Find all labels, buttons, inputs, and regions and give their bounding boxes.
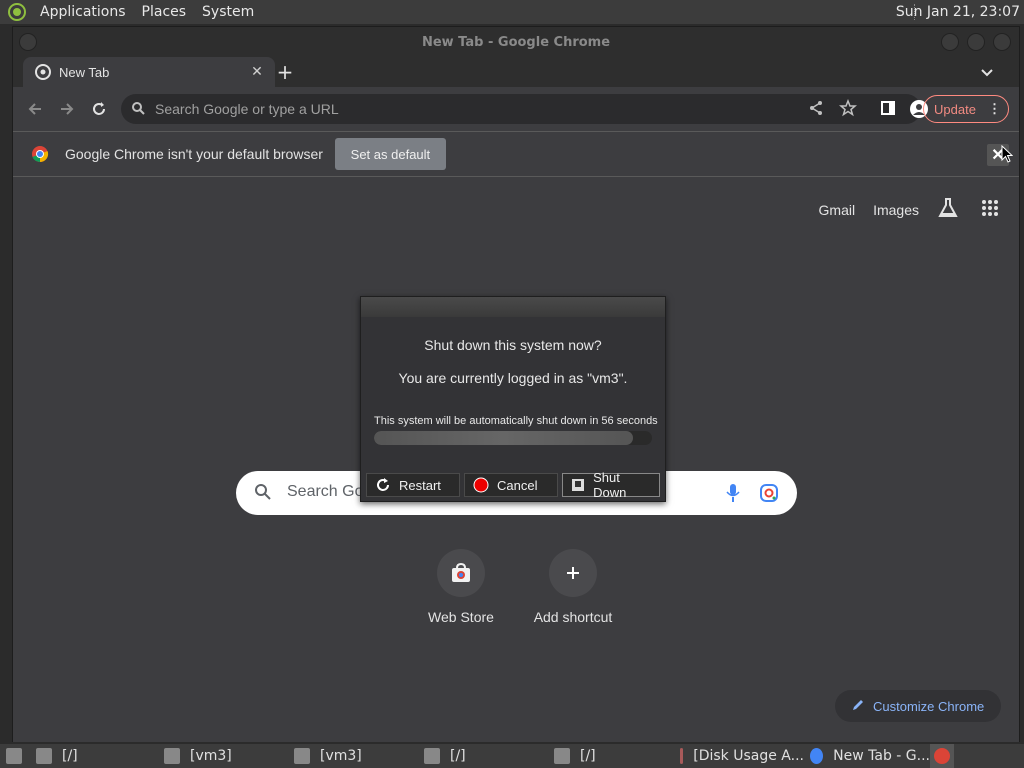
ntp-search-placeholder: Search Go: [287, 483, 364, 500]
desktop-icon: [6, 748, 22, 764]
taskbar-item-label: [/]: [580, 748, 596, 764]
chrome-icon: [934, 748, 950, 764]
restart-button[interactable]: Restart: [366, 473, 460, 497]
tab-label: New Tab: [59, 64, 110, 80]
default-browser-infobar: Google Chrome isn't your default browser…: [13, 131, 1019, 177]
add-icon: [549, 549, 597, 597]
bookmark-star-icon[interactable]: [839, 98, 857, 120]
set-as-default-button[interactable]: Set as default: [334, 138, 446, 170]
microphone-icon[interactable]: [725, 483, 741, 508]
cancel-label: Cancel: [497, 477, 538, 493]
taskbar-item[interactable]: [/]: [30, 744, 158, 768]
tab-strip: New Tab ✕ +: [13, 57, 1019, 87]
menu-places[interactable]: Places: [134, 0, 195, 24]
taskbar-item-label: [Disk Usage A...: [693, 748, 804, 764]
tab-close-icon[interactable]: ✕: [247, 64, 267, 80]
side-panel-icon[interactable]: [879, 99, 897, 120]
shortcut-label: Web Store: [428, 609, 494, 625]
shut-down-button[interactable]: Shut Down: [562, 470, 660, 500]
progress-fill: [374, 431, 633, 445]
images-link[interactable]: Images: [873, 202, 919, 218]
taskbar-chrome-launcher[interactable]: [930, 744, 954, 768]
forward-arrow-icon[interactable]: [53, 95, 81, 123]
taskbar-item[interactable]: [vm3]: [158, 744, 288, 768]
folder-icon: [554, 748, 570, 764]
ntp-header-links: Gmail Images: [819, 197, 1003, 222]
folder-icon: [36, 748, 52, 764]
taskbar-item[interactable]: [/]: [548, 744, 674, 768]
chrome-logo-icon: [31, 145, 49, 163]
shutdown-countdown: This system will be automatically shut d…: [374, 415, 658, 427]
update-button[interactable]: Update ⋮: [923, 95, 1009, 123]
new-tab-button[interactable]: +: [273, 60, 297, 84]
close-window-button[interactable]: [993, 33, 1011, 51]
show-desktop-button[interactable]: [0, 744, 30, 768]
omnibox[interactable]: Search Google or type a URL: [121, 94, 928, 124]
restart-label: Restart: [399, 477, 441, 493]
taskbar-item-label: [vm3]: [190, 748, 232, 764]
dialog-buttons: Restart Cancel Shut Down: [366, 470, 664, 500]
shortcut-web-store[interactable]: Web Store: [411, 549, 511, 625]
window-title: New Tab - Google Chrome: [421, 34, 611, 50]
taskbar-item-label: [/]: [450, 748, 466, 764]
shut-down-label: Shut Down: [593, 470, 627, 500]
dialog-subtitle: You are currently logged in as "vm3".: [398, 370, 628, 386]
window-titlebar[interactable]: New Tab - Google Chrome: [13, 27, 1019, 57]
shutdown-dialog: Shut down this system now? You are curre…: [360, 296, 666, 502]
infobar-message: Google Chrome isn't your default browser: [65, 146, 323, 162]
mouse-pointer-icon: [1001, 144, 1014, 167]
bottom-taskbar: [/] [vm3] [vm3] [/] [/] [Disk Usage A...…: [0, 744, 1024, 768]
reload-icon[interactable]: [85, 95, 113, 123]
menu-applications[interactable]: Applications: [32, 0, 134, 24]
chrome-favicon-icon: [35, 64, 51, 80]
search-icon: [131, 101, 145, 118]
taskbar-item[interactable]: [/]: [418, 744, 548, 768]
web-store-icon: [437, 549, 485, 597]
folder-icon: [424, 748, 440, 764]
kebab-menu-icon[interactable]: ⋮: [988, 101, 1001, 117]
shut-down-icon: [571, 477, 585, 493]
pencil-icon: [851, 698, 865, 715]
gmail-link[interactable]: Gmail: [819, 202, 856, 218]
minimize-button[interactable]: [941, 33, 959, 51]
customize-chrome-button[interactable]: Customize Chrome: [835, 690, 1001, 722]
cancel-button[interactable]: Cancel: [464, 473, 558, 497]
dialog-header[interactable]: [361, 297, 665, 317]
share-icon[interactable]: [807, 99, 825, 120]
restart-icon: [375, 477, 391, 493]
taskbar-item-label: [vm3]: [320, 748, 362, 764]
countdown-progress-bar: [374, 431, 652, 445]
cancel-icon: [473, 477, 489, 493]
menu-system[interactable]: System: [194, 0, 262, 24]
labs-flask-icon[interactable]: [937, 197, 959, 222]
tab-search-chevron-icon[interactable]: [977, 62, 997, 82]
shortcut-add[interactable]: Add shortcut: [523, 549, 623, 625]
customize-label: Customize Chrome: [873, 698, 985, 714]
folder-icon: [164, 748, 180, 764]
update-label: Update: [934, 101, 976, 117]
taskbar-item-label: New Tab - G...: [833, 748, 930, 764]
taskbar-item-label: [/]: [62, 748, 78, 764]
folder-icon: [294, 748, 310, 764]
taskbar-item[interactable]: New Tab - G...: [804, 744, 930, 768]
apps-grid-icon[interactable]: [981, 199, 999, 220]
omnibox-placeholder: Search Google or type a URL: [155, 101, 339, 117]
chrome-icon: [810, 748, 824, 764]
top-panel: Applications Places System Sun Jan 21, 2…: [0, 0, 1024, 24]
google-lens-icon[interactable]: [759, 483, 779, 508]
disk-usage-icon: [680, 748, 684, 764]
clock[interactable]: Sun Jan 21, 23:07: [896, 0, 1020, 24]
search-icon: [254, 483, 272, 506]
dialog-title: Shut down this system now?: [424, 337, 602, 353]
window-menu-button[interactable]: [19, 33, 37, 51]
shortcut-label: Add shortcut: [533, 609, 613, 625]
maximize-button[interactable]: [967, 33, 985, 51]
mate-logo-icon[interactable]: [6, 1, 28, 23]
toolbar: Search Google or type a URL Update ⋮: [13, 87, 1019, 131]
taskbar-item[interactable]: [vm3]: [288, 744, 418, 768]
back-arrow-icon[interactable]: [21, 95, 49, 123]
tab-new-tab[interactable]: New Tab ✕: [23, 57, 275, 87]
taskbar-item[interactable]: [Disk Usage A...: [674, 744, 804, 768]
